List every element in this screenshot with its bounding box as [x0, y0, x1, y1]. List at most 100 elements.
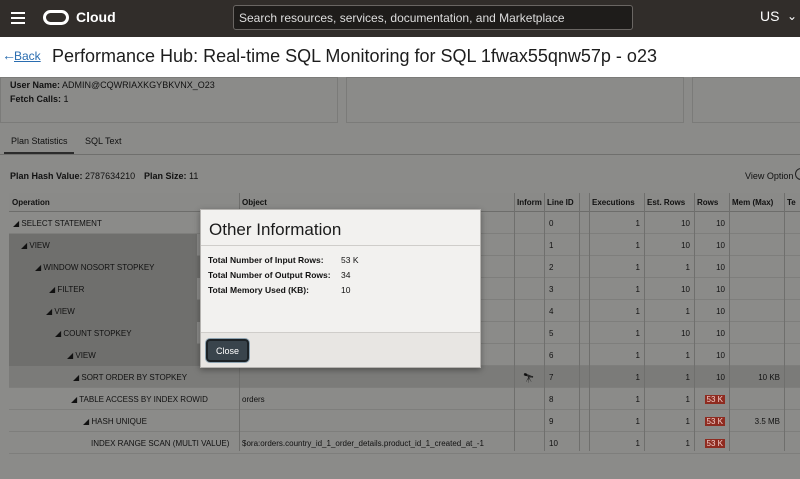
binoculars-icon[interactable]: 🔭 [514, 366, 544, 388]
fetch-calls-value: 1 [63, 94, 69, 104]
line-id-cell: 7 [549, 373, 554, 382]
column-divider [729, 193, 730, 451]
rows-cell: 10 [716, 329, 725, 338]
fetch-calls-row: Fetch Calls: 1 [10, 94, 69, 104]
region-selector[interactable]: US [760, 8, 779, 24]
mem-max-cell [729, 212, 784, 234]
dialog-divider [201, 245, 480, 246]
dialog-row-memory: Total Memory Used (KB): 10 [208, 285, 350, 295]
mem-max-cell [729, 256, 784, 278]
operation-cell: ◢ SORT ORDER BY STOPKEY [73, 373, 188, 382]
column-header-mem-max[interactable]: Mem (Max) [729, 193, 784, 212]
dialog-value: 53 K [341, 255, 359, 265]
table-row[interactable]: ◢ SORT ORDER BY STOPKEY 7 1 1 10 10 KB 🔭 [9, 366, 800, 388]
close-button[interactable]: Close [206, 339, 249, 362]
est-rows-cell: 1 [685, 351, 690, 360]
est-rows-cell: 1 [685, 307, 690, 316]
dialog-row-input-rows: Total Number of Input Rows: 53 K [208, 255, 359, 265]
executions-cell: 1 [635, 351, 640, 360]
object-cell: $ora:orders.country_id_1_order_details.p… [242, 439, 484, 448]
plan-hash-label: Plan Hash Value: [10, 171, 83, 181]
object-cell [239, 366, 514, 388]
rows-cell: 10 [716, 263, 725, 272]
mem-max-cell [729, 322, 784, 344]
rows-cell: 53 K [694, 432, 729, 454]
rows-cell: 10 [716, 241, 725, 250]
hamburger-menu-icon[interactable] [11, 12, 25, 24]
rows-warning-badge: 53 K [704, 395, 725, 404]
mem-max-cell: 10 KB [758, 373, 780, 382]
column-header-rows[interactable]: Rows [694, 193, 729, 212]
oracle-logo-icon[interactable] [43, 10, 69, 25]
executions-cell: 1 [635, 263, 640, 272]
rows-cell: 10 [716, 307, 725, 316]
user-name-value: ADMIN@CQWRIAXKGYBKVNX_O23 [62, 80, 215, 90]
dialog-value: 10 [341, 285, 351, 295]
view-options-button[interactable]: View Option [745, 171, 793, 181]
chevron-down-icon[interactable]: ⌄ [787, 9, 797, 23]
column-header-line-id[interactable]: Line ID [544, 193, 589, 212]
dialog-label: Total Number of Output Rows: [208, 270, 331, 280]
column-header-information[interactable]: Inform [514, 193, 544, 212]
object-cell [239, 410, 514, 432]
rows-cell: 53 K [694, 388, 729, 410]
rows-warning-badge: 53 K [704, 417, 725, 426]
line-id-cell: 4 [549, 307, 554, 316]
search-input[interactable]: Search resources, services, documentatio… [233, 5, 633, 30]
summary-card-3 [692, 77, 800, 123]
brand-name[interactable]: Cloud [76, 9, 116, 25]
line-id-cell: 1 [549, 241, 554, 250]
line-id-cell: 6 [549, 351, 554, 360]
table-row[interactable]: ◢ HASH UNIQUE 9 1 1 53 K 3.5 MB [9, 410, 800, 432]
mem-max-cell [729, 234, 784, 256]
tabs-divider [0, 154, 800, 155]
rows-cell: 10 [716, 373, 725, 382]
column-divider [644, 193, 645, 451]
tab-plan-statistics[interactable]: Plan Statistics [11, 136, 68, 146]
est-rows-cell: 1 [685, 263, 690, 272]
line-id-cell: 9 [549, 417, 554, 426]
plan-size-value: 11 [189, 171, 199, 181]
table-row[interactable]: ◢ TABLE ACCESS BY INDEX ROWID orders 8 1 1 53… [9, 388, 800, 410]
mem-max-cell [729, 278, 784, 300]
column-divider [514, 193, 515, 451]
column-header-executions[interactable]: Executions [589, 193, 644, 212]
column-header-temp[interactable]: Te [784, 193, 800, 212]
back-link[interactable]: Back [14, 49, 41, 63]
executions-cell: 1 [635, 219, 640, 228]
mem-max-cell [729, 344, 784, 366]
plan-hash-value: 2787634210 [85, 171, 136, 181]
est-rows-cell: 10 [681, 285, 690, 294]
view-options-icon[interactable] [795, 168, 800, 180]
plan-size-label: Plan Size: [144, 171, 187, 181]
executions-cell: 1 [635, 417, 640, 426]
column-header-est-rows[interactable]: Est. Rows [644, 193, 694, 212]
est-rows-cell: 10 [681, 329, 690, 338]
rows-cell: 10 [716, 219, 725, 228]
executions-cell: 1 [635, 307, 640, 316]
user-name-label: User Name: [10, 80, 61, 90]
plan-hash: Plan Hash Value: 2787634210 [10, 171, 135, 181]
column-divider [589, 193, 590, 451]
executions-cell: 1 [635, 395, 640, 404]
operation-cell: INDEX RANGE SCAN (MULTI VALUE) [91, 439, 230, 448]
est-rows-cell: 1 [685, 395, 690, 404]
mem-max-cell [729, 432, 784, 454]
fetch-calls-label: Fetch Calls: [10, 94, 62, 104]
user-name-row: User Name: ADMIN@CQWRIAXKGYBKVNX_O23 [10, 80, 215, 90]
object-cell: orders [242, 395, 265, 404]
rows-warning-badge: 53 K [704, 439, 725, 448]
executions-cell: 1 [635, 373, 640, 382]
plan-size: Plan Size: 11 [144, 171, 198, 181]
tab-sql-text[interactable]: SQL Text [85, 136, 122, 146]
table-row[interactable]: INDEX RANGE SCAN (MULTI VALUE) $ora:order… [9, 432, 800, 454]
dialog-footer: Close [201, 332, 480, 367]
est-rows-cell: 10 [681, 241, 690, 250]
executions-cell: 1 [635, 329, 640, 338]
line-id-cell: 10 [549, 439, 558, 448]
operation-cell: ◢ HASH UNIQUE [83, 417, 147, 426]
executions-cell: 1 [635, 439, 640, 448]
summary-card-2 [346, 77, 684, 123]
column-divider [784, 193, 785, 451]
dialog-value: 34 [341, 270, 351, 280]
